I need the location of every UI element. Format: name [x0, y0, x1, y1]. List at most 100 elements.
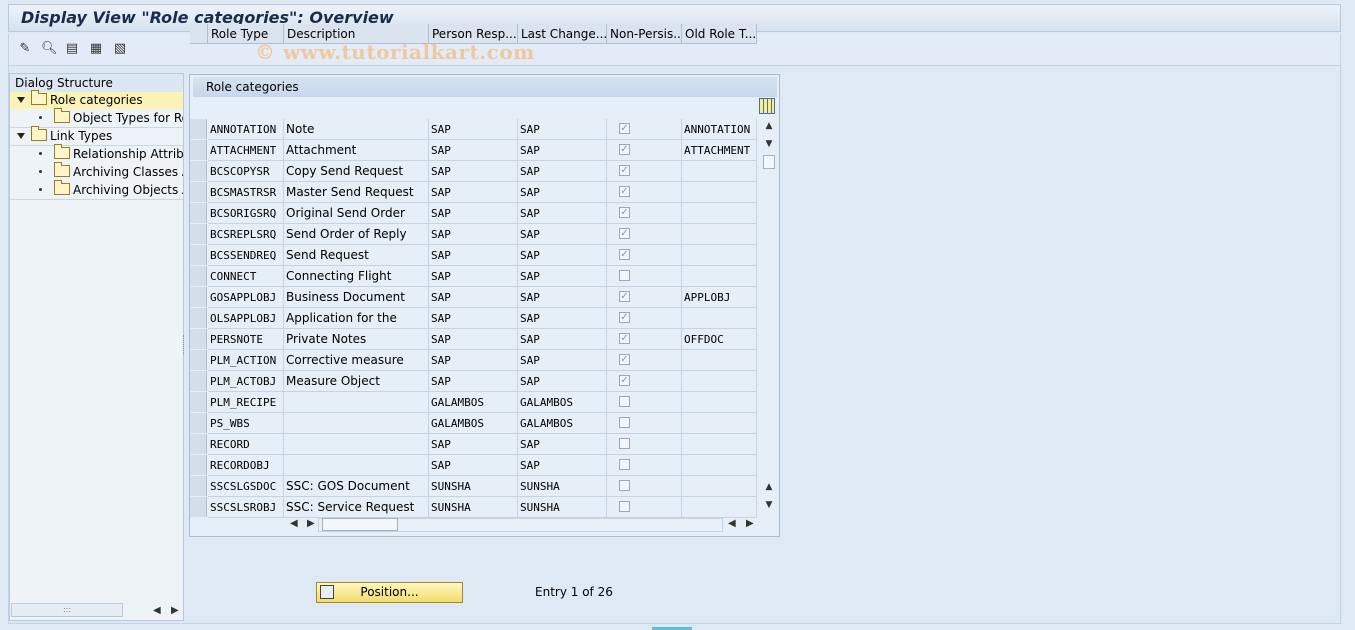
- row-selector[interactable]: [190, 392, 207, 412]
- select-all-column-header[interactable]: [190, 24, 208, 44]
- table-row[interactable]: BCSMASTRSR Master Send Request SAP SAP ✓: [190, 182, 757, 203]
- deselect-all-icon[interactable]: ▧: [112, 41, 128, 57]
- cell-desc[interactable]: [284, 413, 429, 434]
- table-row[interactable]: OLSAPPLOBJ Application for the SAP SAP ✓: [190, 308, 757, 329]
- cell-desc[interactable]: Corrective measure: [284, 350, 429, 371]
- non-persistent-checkbox[interactable]: [619, 270, 630, 281]
- non-persistent-checkbox[interactable]: ✓: [619, 333, 630, 344]
- cell-person[interactable]: SAP: [429, 287, 518, 308]
- cell-desc[interactable]: Private Notes: [284, 329, 429, 350]
- table-row[interactable]: BCSREPLSRQ Send Order of Reply SAP SAP ✓: [190, 224, 757, 245]
- non-persistent-checkbox[interactable]: ✓: [619, 354, 630, 365]
- non-persistent-checkbox[interactable]: [619, 396, 630, 407]
- cell-last[interactable]: SAP: [518, 182, 607, 203]
- row-selector[interactable]: [190, 350, 207, 370]
- cell-old[interactable]: [682, 434, 757, 455]
- table-row[interactable]: RECORD SAP SAP: [190, 434, 757, 455]
- cell-last[interactable]: SAP: [518, 455, 607, 476]
- change-display-icon[interactable]: ✎: [17, 41, 33, 57]
- splitter-handle[interactable]: [183, 335, 187, 355]
- cell-old[interactable]: [682, 371, 757, 392]
- tree-horizontal-scrollbar[interactable]: :::: [11, 603, 123, 617]
- cell-old[interactable]: [682, 266, 757, 287]
- cell-role[interactable]: BCSSENDREQ: [208, 245, 284, 266]
- cell-person[interactable]: GALAMBOS: [429, 392, 518, 413]
- tree-item-archiving-classes[interactable]: Archiving Classes Ass: [39, 162, 183, 181]
- cell-role[interactable]: RECORD: [208, 434, 284, 455]
- table-row[interactable]: CONNECT Connecting Flight SAP SAP: [190, 266, 757, 287]
- row-selector[interactable]: [190, 455, 207, 475]
- cell-old[interactable]: [682, 392, 757, 413]
- cell-old[interactable]: [682, 413, 757, 434]
- page-up-icon[interactable]: ▲: [763, 481, 775, 493]
- non-persistent-checkbox[interactable]: ✓: [619, 291, 630, 302]
- cell-desc[interactable]: [284, 434, 429, 455]
- table-row[interactable]: PS_WBS GALAMBOS GALAMBOS: [190, 413, 757, 434]
- cell-last[interactable]: SAP: [518, 371, 607, 392]
- cell-role[interactable]: BCSMASTRSR: [208, 182, 284, 203]
- row-selector[interactable]: [190, 434, 207, 454]
- cell-old[interactable]: [682, 245, 757, 266]
- row-selector[interactable]: [190, 119, 207, 139]
- column-header-old-role-type[interactable]: Old Role T...: [682, 24, 757, 44]
- select-all-icon[interactable]: ▤: [64, 41, 80, 57]
- cell-old[interactable]: [682, 476, 757, 497]
- cell-role[interactable]: PS_WBS: [208, 413, 284, 434]
- cell-person[interactable]: SAP: [429, 455, 518, 476]
- table-row[interactable]: BCSORIGSRQ Original Send Order SAP SAP ✓: [190, 203, 757, 224]
- cell-old[interactable]: [682, 455, 757, 476]
- cell-last[interactable]: GALAMBOS: [518, 413, 607, 434]
- cell-old[interactable]: [682, 497, 757, 518]
- cell-desc[interactable]: Copy Send Request: [284, 161, 429, 182]
- expand-icon[interactable]: [17, 97, 25, 103]
- table-row[interactable]: PLM_RECIPE GALAMBOS GALAMBOS: [190, 392, 757, 413]
- non-persistent-checkbox[interactable]: [619, 480, 630, 491]
- non-persistent-checkbox[interactable]: ✓: [619, 375, 630, 386]
- column-header-non-persistent[interactable]: Non-Persis...: [607, 24, 682, 44]
- cell-old[interactable]: [682, 308, 757, 329]
- cell-old[interactable]: [682, 161, 757, 182]
- cell-person[interactable]: SAP: [429, 224, 518, 245]
- cell-last[interactable]: SAP: [518, 140, 607, 161]
- row-selector[interactable]: [190, 476, 207, 496]
- cell-person[interactable]: GALAMBOS: [429, 413, 518, 434]
- cell-last[interactable]: SAP: [518, 287, 607, 308]
- cell-person[interactable]: SAP: [429, 119, 518, 140]
- cell-role[interactable]: ATTACHMENT: [208, 140, 284, 161]
- cell-desc[interactable]: Measure Object: [284, 371, 429, 392]
- scroll-down-icon[interactable]: ▼: [763, 499, 775, 511]
- cell-person[interactable]: SAP: [429, 245, 518, 266]
- position-button[interactable]: Position...: [316, 582, 463, 603]
- cell-old[interactable]: [682, 350, 757, 371]
- cell-person[interactable]: SAP: [429, 350, 518, 371]
- cell-desc[interactable]: Note: [284, 119, 429, 140]
- cell-last[interactable]: SAP: [518, 245, 607, 266]
- cell-role[interactable]: ANNOTATION: [208, 119, 284, 140]
- cell-desc[interactable]: [284, 455, 429, 476]
- column-header-role-type[interactable]: Role Type: [208, 24, 284, 44]
- row-selector[interactable]: [190, 287, 207, 307]
- select-block-icon[interactable]: ▦: [88, 41, 104, 57]
- cell-role[interactable]: BCSREPLSRQ: [208, 224, 284, 245]
- column-header-description[interactable]: Description: [284, 24, 429, 44]
- row-selector[interactable]: [190, 224, 207, 244]
- cell-old[interactable]: ATTACHMENT: [682, 140, 757, 161]
- cell-desc[interactable]: Connecting Flight: [284, 266, 429, 287]
- page-down-icon[interactable]: ▼: [763, 138, 775, 150]
- non-persistent-checkbox[interactable]: [619, 501, 630, 512]
- table-row[interactable]: PLM_ACTION Corrective measure SAP SAP ✓: [190, 350, 757, 371]
- non-persistent-checkbox[interactable]: ✓: [619, 312, 630, 323]
- cell-role[interactable]: CONNECT: [208, 266, 284, 287]
- row-selector[interactable]: [190, 329, 207, 349]
- row-selector[interactable]: [190, 203, 207, 223]
- scroll-left-icon[interactable]: ◀: [290, 518, 298, 529]
- row-selector[interactable]: [190, 266, 207, 286]
- cell-person[interactable]: SUNSHA: [429, 476, 518, 497]
- cell-last[interactable]: SUNSHA: [518, 497, 607, 518]
- cell-last[interactable]: GALAMBOS: [518, 392, 607, 413]
- non-persistent-checkbox[interactable]: [619, 459, 630, 470]
- cell-role[interactable]: PLM_ACTOBJ: [208, 371, 284, 392]
- cell-desc[interactable]: SSC: GOS Document: [284, 476, 429, 497]
- table-row[interactable]: GOSAPPLOBJ Business Document SAP SAP ✓ APPLOB…: [190, 287, 757, 308]
- row-selector[interactable]: [190, 182, 207, 202]
